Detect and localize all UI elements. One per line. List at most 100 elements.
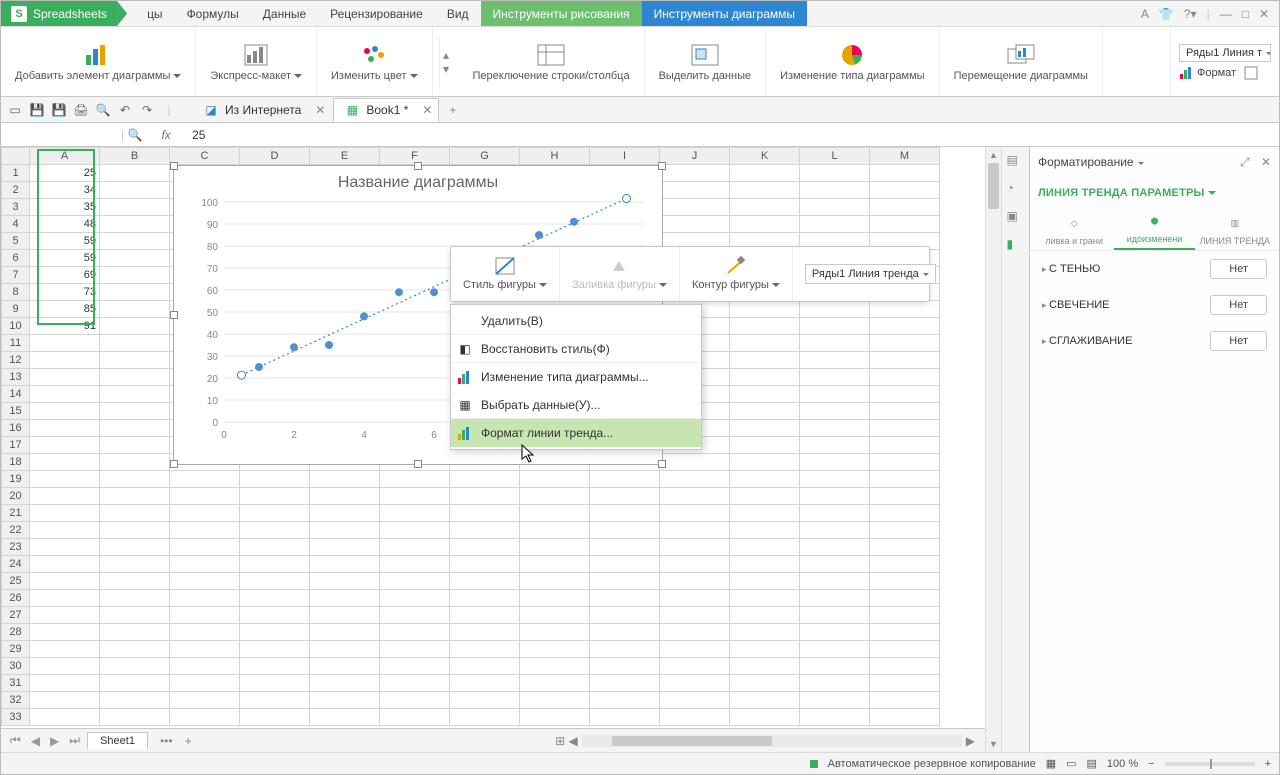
print-preview-icon[interactable]: 🔍 (95, 102, 111, 118)
doc-tab-book1[interactable]: ▦ Book1 * ✕ (333, 98, 439, 122)
sheet-options[interactable]: ••• (152, 734, 181, 748)
zoom-in-icon[interactable]: + (1265, 758, 1271, 770)
vertical-scrollbar[interactable]: ▲ ▼ (985, 147, 1001, 752)
save-icon[interactable]: 💾 (29, 102, 45, 118)
horizontal-scrollbar[interactable]: ⊞ ◀ ▶ (196, 734, 985, 748)
svg-text:20: 20 (207, 374, 219, 385)
sheet-nav-prev[interactable]: ◀ (28, 734, 43, 748)
add-chart-element-icon (86, 45, 110, 65)
effects-icon: ⬢ (1151, 216, 1159, 234)
sheet-nav-next[interactable]: ▶ (47, 734, 62, 748)
chart-type-icon (457, 369, 473, 385)
undo-icon[interactable]: ↶ (117, 102, 133, 118)
tp-tab-fill[interactable]: ◇ ливка и грани (1034, 218, 1114, 250)
view-normal-icon[interactable]: ▦ (1046, 757, 1056, 770)
ribbon-express-layout[interactable]: Экспресс-макет (196, 27, 317, 96)
ribbon-add-chart-element[interactable]: Добавить элемент диаграммы (1, 27, 196, 96)
tp-tab-effects[interactable]: ⬢ идоизменени (1114, 216, 1194, 250)
sheet-nav-last[interactable]: ⏭ (66, 733, 83, 748)
brand-badge[interactable]: S Spreadsheets (1, 1, 117, 26)
ribbon: Добавить элемент диаграммы Экспресс-маке… (1, 27, 1279, 97)
sheet-nav-first[interactable]: ⏮ (7, 733, 24, 748)
side-chart-icon[interactable]: ◔ (1007, 181, 1025, 199)
menu-drawing-tools[interactable]: Инструменты рисования (481, 1, 642, 26)
section-glow[interactable]: СВЕЧЕНИЕ Нет (1030, 287, 1279, 323)
ribbon-styles-gallery[interactable]: ▴▾ (433, 27, 459, 96)
ctx-select-data[interactable]: ▦ Выбрать данные(У)... (451, 391, 701, 419)
menu-chart-tools[interactable]: Инструменты диаграммы (642, 1, 807, 26)
zoom-value[interactable]: 100 % (1107, 758, 1138, 770)
section-shadow[interactable]: С ТЕНЬЮ Нет (1030, 251, 1279, 287)
taskpane-pin-icon[interactable]: ⤢ (1240, 155, 1250, 169)
mini-shape-style[interactable]: Стиль фигуры (451, 247, 560, 301)
svg-text:30: 30 (207, 352, 219, 363)
zoom-slider[interactable] (1165, 762, 1255, 766)
view-break-icon[interactable]: ▤ (1087, 757, 1097, 770)
task-pane: Форматирование ⤢ ✕ ЛИНИЯ ТРЕНДА ПАРАМЕТР… (1029, 147, 1279, 752)
tshirt-icon[interactable]: 👕 (1159, 7, 1174, 21)
menu-truncated[interactable]: цы (135, 1, 175, 26)
print-icon[interactable]: 🖨 (73, 102, 89, 118)
svg-text:100: 100 (201, 198, 218, 209)
new-icon[interactable]: ▭ (7, 102, 23, 118)
doc-tab-close[interactable]: ✕ (422, 103, 432, 117)
glow-value[interactable]: Нет (1210, 295, 1267, 315)
taskpane-heading[interactable]: Форматирование (1038, 155, 1144, 169)
minimize-button[interactable]: — (1220, 7, 1232, 21)
new-doc-tab[interactable]: + (441, 103, 464, 117)
shadow-value[interactable]: Нет (1210, 259, 1267, 279)
grid-wrap: ABCDEFGHIJKLM 12523433544855965976987398… (1, 147, 985, 752)
ribbon-move-chart[interactable]: Перемещение диаграммы (940, 27, 1103, 96)
express-layout-icon (245, 45, 267, 65)
menu-formulas[interactable]: Формулы (175, 1, 251, 26)
ctx-restore-style[interactable]: ◧ Восстановить стиль(Ф) (451, 335, 701, 363)
ctx-change-chart-type[interactable]: Изменение типа диаграммы... (451, 363, 701, 391)
mini-trend-selector[interactable]: Ряды1 Линия тренда (793, 247, 948, 301)
fx-label[interactable]: fx (146, 128, 186, 142)
format-selection-button[interactable]: Формат (1179, 66, 1258, 80)
ribbon-select-data[interactable]: Выделить данные (645, 27, 767, 96)
smooth-value[interactable]: Нет (1210, 331, 1267, 351)
series-selector[interactable]: Ряды1 Линия т (1179, 44, 1271, 62)
svg-text:70: 70 (207, 264, 219, 275)
ribbon-switch-row-col[interactable]: Переключение строки/столбца (459, 27, 645, 96)
ctx-format-trendline[interactable]: Формат линии тренда... (451, 419, 701, 447)
taskpane-close-icon[interactable]: ✕ (1261, 155, 1271, 169)
side-properties-icon[interactable]: ▤ (1007, 153, 1025, 171)
close-button[interactable]: ✕ (1259, 7, 1269, 21)
app-window: S Spreadsheets цы Формулы Данные Рецензи… (0, 0, 1280, 775)
doc-tab-close[interactable]: ✕ (315, 103, 325, 117)
ribbon-selection-pane: Ряды1 Линия т Формат (1170, 27, 1279, 96)
view-page-icon[interactable]: ▭ (1066, 757, 1076, 770)
backup-label[interactable]: Автоматическое резервное копирование (828, 758, 1036, 770)
name-box-search-icon[interactable]: 🔍 (124, 128, 146, 142)
sheet-add[interactable]: + (185, 734, 192, 748)
tp-tab-trendline[interactable]: ▥ ЛИНИЯ ТРЕНДА (1195, 218, 1275, 250)
taskpane-title[interactable]: ЛИНИЯ ТРЕНДА ПАРАМЕТРЫ (1038, 187, 1216, 199)
redo-icon[interactable]: ↷ (139, 102, 155, 118)
menu-view[interactable]: Вид (435, 1, 481, 26)
status-bar: Автоматическое резервное копирование ▦ ▭… (1, 752, 1279, 774)
formula-value[interactable]: 25 (186, 128, 205, 142)
doc-tab-internet[interactable]: ◪ Из Интернета ✕ (193, 98, 331, 122)
sheet-tab[interactable]: Sheet1 (87, 732, 148, 749)
mini-shape-outline[interactable]: Контур фигуры (680, 247, 793, 301)
shape-fill-icon (609, 257, 629, 275)
zoom-out-icon[interactable]: − (1148, 758, 1154, 770)
side-format-icon[interactable]: ▮ (1007, 237, 1025, 255)
skin-icon[interactable]: A (1141, 7, 1149, 21)
ctx-delete[interactable]: Удалить(В) (451, 307, 701, 335)
saveas-icon[interactable]: 💾 (51, 102, 67, 118)
qat-divider: | (161, 102, 177, 118)
maximize-button[interactable]: □ (1242, 7, 1249, 21)
menu-review[interactable]: Рецензирование (318, 1, 435, 26)
side-image-icon[interactable]: ▣ (1007, 209, 1025, 227)
svg-text:10: 10 (207, 396, 219, 407)
section-smooth[interactable]: СГЛАЖИВАНИЕ Нет (1030, 323, 1279, 359)
ribbon-change-color[interactable]: Изменить цвет (317, 27, 433, 96)
help-icon[interactable]: ?▾ (1184, 7, 1197, 21)
svg-text:6: 6 (431, 430, 437, 441)
ribbon-change-chart-type[interactable]: Изменение типа диаграммы (766, 27, 940, 96)
svg-text:50: 50 (207, 308, 219, 319)
menu-data[interactable]: Данные (251, 1, 318, 26)
